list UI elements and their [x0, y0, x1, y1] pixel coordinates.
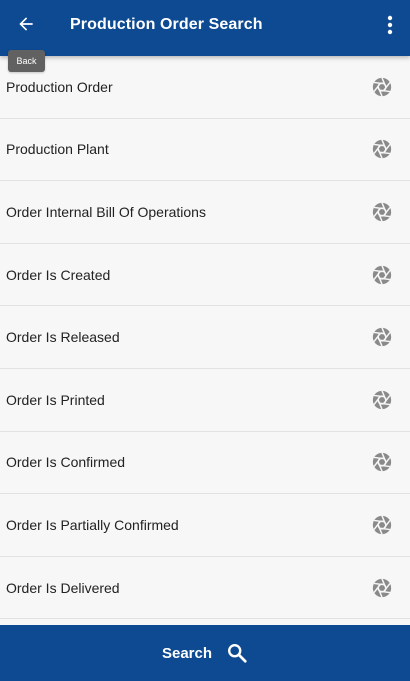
list-item-order-internal-bill-of-operations[interactable]: Order Internal Bill Of Operations	[0, 181, 410, 244]
list-item-production-plant[interactable]: Production Plant	[0, 119, 410, 182]
search-button[interactable]: Search	[0, 625, 410, 681]
list-item-label: Order Is Created	[6, 266, 111, 283]
list-item-label: Order Is Released	[6, 329, 120, 346]
list-item-label: Order Is Partially Confirmed	[6, 516, 179, 533]
list-item-label: Order Is Delivered	[6, 579, 120, 596]
search-icon	[228, 644, 247, 663]
page-title: Production Order Search	[70, 16, 263, 33]
list-item-order-is-confirmed[interactable]: Order Is Confirmed	[0, 432, 410, 495]
list-item-label: Production Order	[6, 78, 113, 95]
list-item-order-is-printed[interactable]: Order Is Printed	[0, 369, 410, 432]
list-item-label: Order Internal Bill Of Operations	[6, 203, 206, 220]
app-header: Production Order Search	[0, 0, 410, 56]
shutter-icon[interactable]	[371, 264, 393, 286]
list-item-order-is-delivered[interactable]: Order Is Delivered	[0, 557, 410, 620]
shutter-icon[interactable]	[371, 201, 393, 223]
search-button-label: Search	[161, 644, 213, 662]
shutter-icon[interactable]	[371, 389, 393, 411]
back-tooltip: Back	[8, 50, 45, 72]
more-vertical-icon	[387, 15, 393, 35]
shutter-icon[interactable]	[371, 138, 393, 160]
list-item-production-order[interactable]: Production Order	[0, 56, 410, 119]
list-item-order-is-released[interactable]: Order Is Released	[0, 306, 410, 369]
list-item-order-is-created[interactable]: Order Is Created	[0, 244, 410, 307]
list-item-order-is-partially-confirmed[interactable]: Order Is Partially Confirmed	[0, 494, 410, 557]
back-button[interactable]	[8, 6, 44, 42]
list-item-label: Order Is Printed	[6, 391, 105, 408]
search-field-list: Production Order Production Plant Order …	[0, 56, 410, 625]
list-item-label: Order Is Confirmed	[6, 454, 126, 471]
shutter-icon[interactable]	[371, 326, 393, 348]
shutter-icon[interactable]	[371, 451, 393, 473]
arrow-left-icon	[19, 17, 33, 31]
list-item-label: Production Plant	[6, 141, 109, 158]
shutter-icon[interactable]	[371, 577, 393, 599]
shutter-icon[interactable]	[371, 514, 393, 536]
shutter-icon[interactable]	[371, 76, 393, 98]
more-menu-button[interactable]	[376, 8, 404, 42]
